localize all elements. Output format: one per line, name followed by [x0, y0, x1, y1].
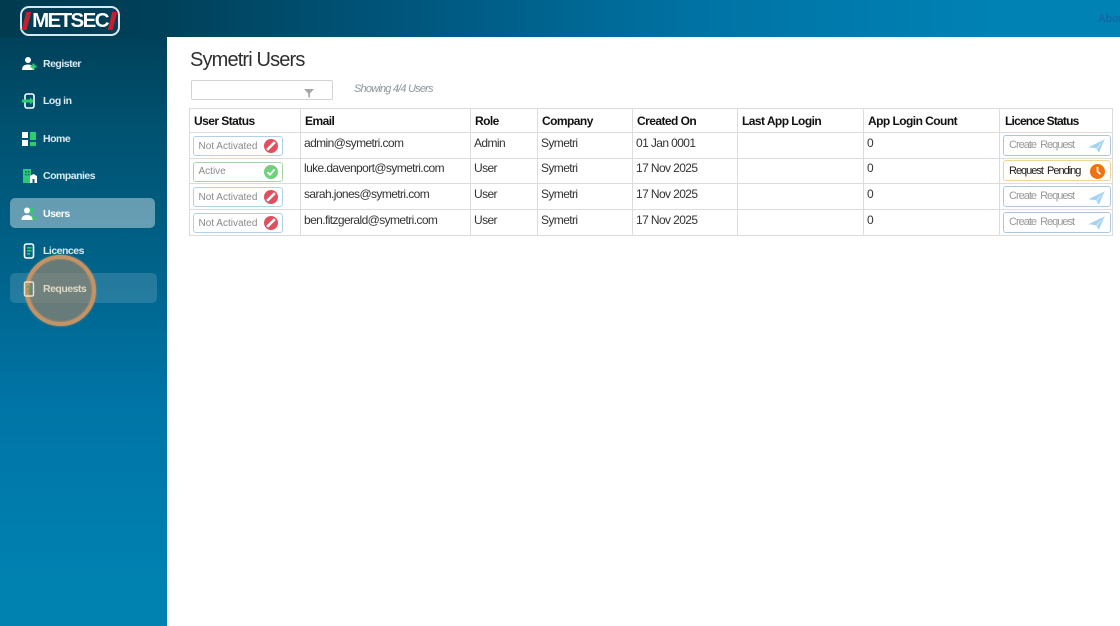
svg-text:?: ? — [26, 284, 32, 295]
